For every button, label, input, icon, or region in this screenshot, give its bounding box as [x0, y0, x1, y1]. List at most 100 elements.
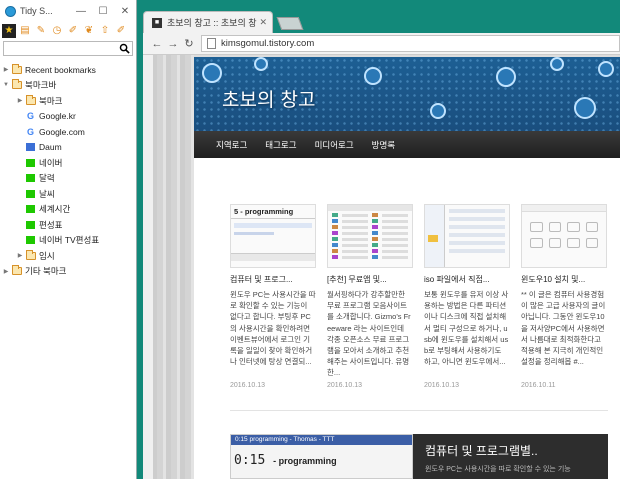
bookmark-folder[interactable]: ▶ 임시 [0, 248, 136, 264]
leaf-icon[interactable]: ❦ [82, 24, 96, 38]
page-scrollbar[interactable] [143, 55, 153, 479]
banner-circle-icon [574, 97, 596, 119]
expand-arrow-icon[interactable]: ▶ [2, 268, 10, 275]
menu-item[interactable]: 미디어로그 [315, 139, 354, 151]
bookmark-label: 편성표 [39, 219, 63, 230]
menu-item[interactable]: 태그로그 [265, 139, 296, 151]
bookmark-label: 네이버 [39, 157, 63, 168]
bookmark-item[interactable]: G Google.com [0, 124, 136, 140]
folder-icon [25, 249, 36, 260]
pen-icon[interactable]: ✐ [66, 24, 80, 38]
featured-thumbnail[interactable]: 0:15 programming - Thomas - TTT 0:15 - p… [230, 434, 413, 479]
bookmark-item[interactable]: 편성표 [0, 217, 136, 233]
edit-icon[interactable]: ✎ [34, 24, 48, 38]
minimize-button[interactable]: — [70, 6, 92, 17]
back-icon[interactable]: ← [149, 38, 165, 50]
featured-thumb-label: - programming [273, 456, 337, 466]
banner-circle-icon [202, 63, 222, 83]
bookmark-label: Recent bookmarks [25, 64, 96, 75]
star-icon[interactable]: ★ [2, 23, 16, 38]
menu-item[interactable]: 지역로그 [216, 139, 247, 151]
bookmark-label: 날씨 [39, 188, 55, 199]
search-icon[interactable] [119, 43, 130, 54]
banner-circle-icon [598, 61, 614, 77]
naver-icon [25, 189, 36, 198]
search-input[interactable] [4, 42, 132, 55]
featured-panel[interactable]: 컴퓨터 및 프로그램별.. 윈도우 PC는 사용시간을 따로 확인할 수 있는 … [413, 434, 608, 479]
banner-circle-icon [430, 103, 446, 119]
sidebar-toolbar: ★ ▤ ✎ ◷ ✐ ❦ ⇧ ✐ [0, 22, 136, 39]
bookmark-item[interactable]: Daum [0, 140, 136, 156]
post-title[interactable]: [추천] 무료앱 및... [327, 274, 413, 286]
tab-close-icon[interactable]: ✕ [259, 17, 267, 28]
featured-title[interactable]: 컴퓨터 및 프로그램별.. [425, 442, 538, 459]
post-card[interactable]: iso 파일에서 직접... 보통 윈도우를 유저 이상 사용하는 방법은 다른 … [424, 204, 510, 389]
naver-icon [25, 236, 36, 245]
bookmark-folder[interactable]: ▶ Recent bookmarks [0, 62, 136, 78]
post-card[interactable]: [추천] 무료앱 및... 월서핑하다가 강추할만한 무료 프로그램 모음사이트를… [327, 204, 413, 389]
nav-bar: ← → ↻ kimsgomul.tistory.com [143, 33, 620, 55]
daum-icon [25, 143, 36, 152]
home-up-icon[interactable]: ⇧ [98, 24, 112, 38]
post-thumbnail[interactable] [327, 204, 413, 268]
post-card[interactable]: 5 - programming 컴퓨터 및 프로그... 윈도우 PC는 사용시간을… [230, 204, 316, 389]
menu-item[interactable]: 방명록 [372, 139, 395, 151]
tag-icon[interactable]: ✐ [114, 24, 128, 38]
tab-active[interactable]: ■ 초보의 창고 :: 초보의 창 ✕ [143, 11, 273, 33]
address-bar[interactable]: kimsgomul.tistory.com [201, 35, 620, 52]
post-date: 2016.10.13 [230, 382, 266, 389]
sidebar-titlebar: Tidy S... — ☐ ✕ [0, 0, 136, 22]
close-button[interactable]: ✕ [114, 6, 136, 17]
site-menu: 지역로그 태그로그 미디어로그 방명록 [194, 131, 620, 158]
bookmark-folder[interactable]: ▶ 북마크 [0, 93, 136, 109]
bookmark-item[interactable]: 날씨 [0, 186, 136, 202]
tab-favicon: ■ [152, 17, 162, 28]
bookmark-item[interactable]: 세계시간 [0, 202, 136, 218]
naver-icon [25, 220, 36, 229]
expand-arrow-icon[interactable]: ▶ [16, 252, 24, 259]
naver-icon [25, 158, 36, 167]
post-date: 2016.10.13 [327, 382, 363, 389]
list-icon[interactable]: ▤ [18, 24, 32, 38]
post-excerpt: ** 이 글은 컴퓨터 사용경험이 많은 고급 사용자의 글이 아닙니다. 그동… [521, 290, 606, 367]
bookmark-item[interactable]: 네이버 TV편성표 [0, 233, 136, 249]
post-date: 2016.10.13 [424, 382, 460, 389]
google-icon: G [26, 126, 34, 137]
bookmark-folder[interactable]: ▶ 기타 북마크 [0, 264, 136, 280]
post-thumbnail[interactable]: 5 - programming [230, 204, 316, 268]
clock-icon[interactable]: ◷ [50, 24, 64, 38]
expand-arrow-icon[interactable]: ▼ [2, 82, 10, 88]
bookmark-label: 세계시간 [39, 204, 71, 215]
tab-title: 초보의 창고 :: 초보의 창 [167, 18, 257, 28]
site-banner: 초보의 창고 [194, 57, 620, 131]
new-tab-button[interactable] [276, 17, 304, 30]
naver-icon [25, 205, 36, 214]
folder-icon [25, 94, 36, 105]
post-thumbnail[interactable] [521, 204, 607, 268]
post-thumbnail[interactable] [424, 204, 510, 268]
bookmark-label: 임시 [39, 250, 55, 261]
expand-arrow-icon[interactable]: ▶ [16, 97, 24, 104]
banner-circle-icon [550, 57, 564, 71]
post-title[interactable]: 윈도우10 설치 및... [521, 274, 607, 286]
bookmark-item[interactable]: G Google.kr [0, 109, 136, 125]
forward-icon[interactable]: → [165, 38, 181, 50]
post-title[interactable]: 컴퓨터 및 프로그... [230, 274, 316, 286]
bookmark-tree: ▶ Recent bookmarks ▼ 북마크바 ▶ 북마크 G Google.kr G Goo… [0, 62, 136, 279]
reload-icon[interactable]: ↻ [181, 37, 197, 50]
post-title[interactable]: iso 파일에서 직접... [424, 274, 510, 286]
bookmark-item[interactable]: 네이버 [0, 155, 136, 171]
bookmark-item[interactable]: 달력 [0, 171, 136, 187]
bookmark-folder[interactable]: ▼ 북마크바 [0, 78, 136, 94]
maximize-button[interactable]: ☐ [92, 6, 114, 17]
folder-icon [11, 63, 22, 74]
post-list: 5 - programming 컴퓨터 및 프로그... 윈도우 PC는 사용시간을… [230, 204, 610, 414]
bookmark-label: 기타 북마크 [25, 266, 67, 277]
tidy-app-icon [5, 5, 16, 17]
folder-icon [11, 79, 22, 90]
expand-arrow-icon[interactable]: ▶ [2, 66, 10, 73]
post-card[interactable]: 윈도우10 설치 및... ** 이 글은 컴퓨터 사용경험이 많은 고급 사용자… [521, 204, 607, 389]
site-title[interactable]: 초보의 창고 [222, 85, 315, 112]
featured-post[interactable]: 0:15 programming - Thomas - TTT 0:15 - p… [230, 434, 608, 479]
page-viewport: 초보의 창고 지역로그 태그로그 미디어로그 방명록 5 - programming 컴… [143, 55, 620, 479]
